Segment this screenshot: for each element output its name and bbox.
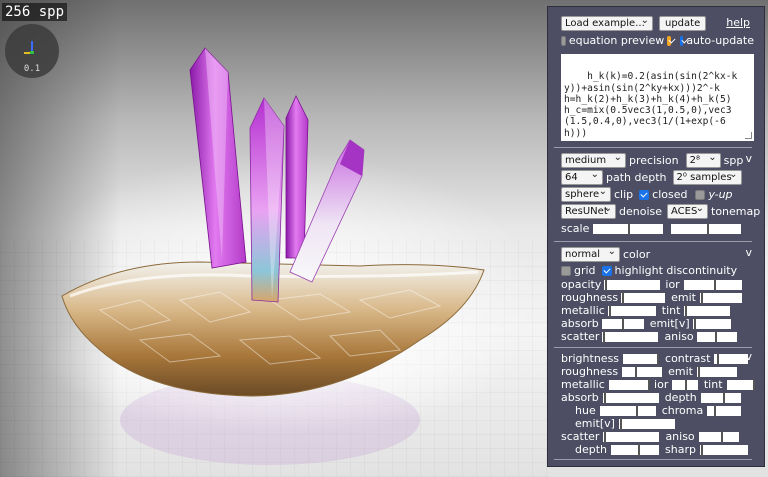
tonemap-select[interactable]: ACES [667,202,709,219]
adjust-depth2-slider[interactable] [611,443,660,456]
opacity-slider[interactable] [604,278,661,291]
adjust-tint-slider[interactable] [726,378,755,391]
chevron-down-icon[interactable]: v [745,246,752,259]
help-link[interactable]: help [726,16,750,29]
equation-text[interactable]: h_k(k)=0.2(asin(sin(2^kx-k y))+asin(sin(… [564,71,737,138]
adjust-depth-slider[interactable] [700,391,741,404]
gizmo-value: 0.1 [23,64,41,74]
tint-slider[interactable] [684,304,731,317]
grid-row: grid highlight discontinuity [561,263,754,278]
y-up-label: y-up [708,188,733,201]
auto-update-label: auto-update [686,34,754,47]
load-example-select[interactable]: Load example... [561,14,653,31]
adjust-ior-slider[interactable] [672,378,698,391]
spp-label: spp [723,154,744,167]
emit-v-slider[interactable] [692,317,731,330]
scale-slider-b[interactable] [671,222,742,235]
preview-row: equation preview auto-update [561,33,754,48]
adjust-chroma-slider[interactable] [707,404,742,417]
divider [554,459,752,460]
aniso-slider[interactable] [696,330,737,343]
adjust-depth2-label: depth [575,443,608,456]
z-axis-icon [30,51,34,54]
control-panel: Load example... update help equation pre… [547,6,765,467]
equation-preview-toggle-icon[interactable] [561,35,566,46]
scale-label: scale [561,222,590,235]
emit-slider[interactable] [700,291,742,304]
metallic-slider[interactable] [607,304,656,317]
brightness-slider[interactable] [623,352,660,365]
color-row: normal color [561,245,754,262]
chevron-down-icon[interactable]: v [745,350,752,363]
crystal-scene [40,47,520,465]
crystal-middle-right [285,95,309,259]
adjust-absorb-slider[interactable] [602,391,659,404]
adjust-sharp-label: sharp [665,443,696,456]
grid-checkbox[interactable] [561,265,571,276]
clip-label: clip [614,188,634,201]
clip-select[interactable]: sphere [561,185,611,202]
update-button[interactable]: update [659,16,707,31]
contrast-slider[interactable] [714,352,749,365]
equation-editor[interactable]: h_k(k)=0.2(asin(sin(2^kx-k y))+asin(sin(… [561,54,754,141]
adjust-hue-slider[interactable] [599,404,656,417]
adjust-aniso-slider[interactable] [698,430,739,443]
ior-slider[interactable] [683,278,742,291]
color-label: color [623,248,651,261]
auto-update-checkbox[interactable] [679,35,684,46]
quality-select[interactable]: medium [561,151,626,168]
adjust-metallic-slider[interactable] [608,378,650,391]
precision-label: precision [629,154,679,167]
highlight-discontinuity-label: highlight discontinuity [614,264,738,277]
resize-grip-icon[interactable] [745,132,752,139]
adjust-roughness-slider[interactable] [622,365,663,378]
tonemap-label: tonemap [711,205,761,218]
absorb-slider[interactable] [601,317,644,330]
divider [554,147,752,148]
panel-header-row: Load example... update [561,14,754,31]
denoise-label: denoise [619,205,663,218]
grid-label: grid [574,264,596,277]
path-depth-select[interactable]: 64 [561,168,603,185]
spp-select[interactable]: 2⁸ [685,151,721,168]
denoise-select[interactable]: ResUNet [561,202,616,219]
denoise-row: ResUNet denoise ACES tonemap [561,202,760,219]
adjust-emit-v-slider[interactable] [618,417,675,430]
highlight-discontinuity-checkbox[interactable] [601,265,612,276]
equation-preview-label: equation preview [568,34,665,47]
spp-counter: 256 spp [2,3,68,21]
scatter-label: scatter [561,330,600,343]
closed-label: closed [652,188,688,201]
clip-row: sphere clip closed y-up [561,185,754,202]
axis-gizmo[interactable]: 0.1 [5,24,59,78]
aniso-label: aniso [664,330,694,343]
y-up-checkbox[interactable] [695,189,706,200]
color-select[interactable]: normal [561,245,620,262]
scale-slider-a[interactable] [593,222,664,235]
roughness-slider[interactable] [621,291,666,304]
chevron-down-icon[interactable]: v [745,152,752,165]
scale-row: scale [561,221,754,236]
adjust-emit-slider[interactable] [697,365,737,378]
samples-select[interactable]: 2⁰ samples [672,168,742,185]
scatter-slider[interactable] [602,330,659,343]
path-depth-row: 64 path depth 2⁰ samples [561,168,754,185]
scatter-row: scatter aniso [561,329,754,344]
divider [554,347,752,348]
divider [554,241,752,242]
equation-preview-checkbox[interactable] [667,35,671,46]
adjust-depth-sharp-row: depth sharp [575,442,754,457]
quality-row: medium precision 2⁸ spp [561,151,754,168]
closed-checkbox[interactable] [639,189,650,200]
adjust-scatter-slider[interactable] [603,430,660,443]
adjust-sharp-slider[interactable] [699,443,748,456]
path-depth-label: path depth [606,171,667,184]
